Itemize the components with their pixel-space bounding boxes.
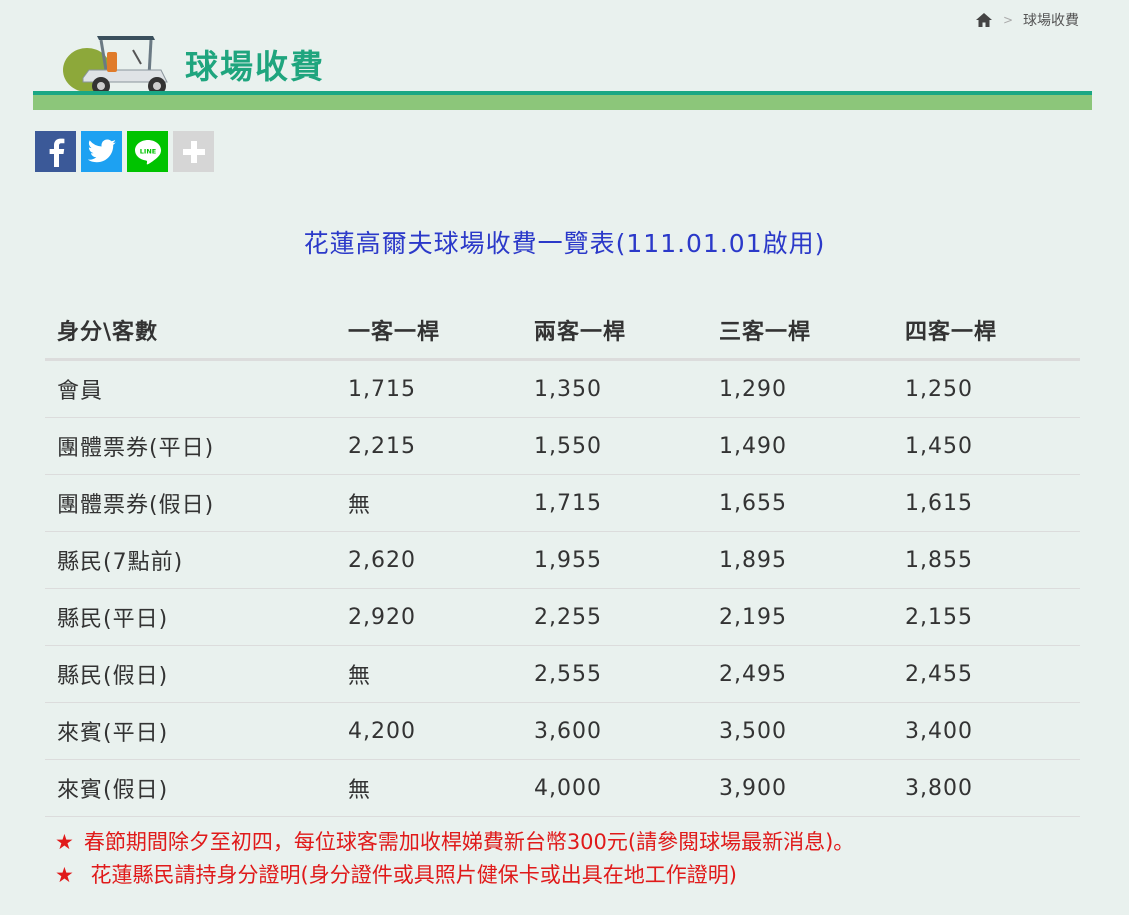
star-icon: ★: [55, 830, 74, 854]
breadcrumb: > 球場收費: [975, 10, 1079, 30]
facebook-share-button[interactable]: [35, 131, 76, 172]
notes: ★ 春節期間除夕至初四，每位球客需加收桿娣費新台幣300元(請參閱球場最新消息)。…: [55, 826, 854, 892]
row-label: 來賓(平日): [45, 702, 336, 760]
table-row: 來賓(假日) 無 4,000 3,900 3,800: [45, 759, 1080, 817]
fee-cell: 2,255: [522, 588, 707, 646]
fee-cell: 無: [336, 645, 522, 703]
column-header-2: 兩客一桿: [522, 302, 707, 361]
fee-cell: 4,000: [522, 759, 707, 817]
star-icon: ★: [55, 863, 74, 887]
note-text: 春節期間除夕至初四，每位球客需加收桿娣費新台幣300元(請參閱球場最新消息)。: [83, 830, 855, 854]
fee-cell: 4,200: [336, 702, 522, 760]
table-row: 團體票券(平日) 2,215 1,550 1,490 1,450: [45, 417, 1080, 475]
fee-cell: 1,715: [522, 474, 707, 532]
column-header-identity: 身分\客數: [45, 302, 336, 361]
golf-cart-icon: [63, 36, 168, 95]
page-header: 球場收費: [33, 28, 1092, 110]
fee-cell: 3,600: [522, 702, 707, 760]
fee-cell: 1,550: [522, 417, 707, 475]
line-icon-label: LINE: [139, 147, 155, 155]
fee-cell: 2,620: [336, 531, 522, 589]
fee-cell: 1,615: [893, 474, 1080, 532]
breadcrumb-separator: >: [1002, 13, 1013, 27]
fee-cell: 1,655: [707, 474, 893, 532]
header-bar-bottom: [33, 95, 1092, 110]
plus-icon: [182, 140, 205, 163]
twitter-share-button[interactable]: [81, 131, 122, 172]
facebook-icon: [49, 138, 64, 167]
table-header-row: 身分\客數 一客一桿 兩客一桿 三客一桿 四客一桿: [45, 302, 1080, 361]
table-row: 團體票券(假日) 無 1,715 1,655 1,615: [45, 474, 1080, 532]
fee-table: 身分\客數 一客一桿 兩客一桿 三客一桿 四客一桿 會員 1,715 1,350 1,290 1…: [45, 302, 1080, 817]
row-label: 縣民(假日): [45, 645, 336, 703]
fee-cell: 3,800: [893, 759, 1080, 817]
column-header-1: 一客一桿: [336, 302, 522, 361]
fee-cell: 1,250: [893, 359, 1080, 418]
fee-cell: 無: [336, 474, 522, 532]
fee-cell: 1,450: [893, 417, 1080, 475]
page-title: 球場收費: [185, 47, 325, 86]
note-item: ★ 花蓮縣民請持身分證明(身分證件或具照片健保卡或出具在地工作證明): [55, 859, 854, 892]
fee-cell: 無: [336, 759, 522, 817]
fee-cell: 2,920: [336, 588, 522, 646]
more-share-button[interactable]: [173, 131, 214, 172]
fee-table-title: 花蓮高爾夫球場收費一覽表(111.01.01啟用): [303, 229, 826, 258]
column-header-4: 四客一桿: [893, 302, 1080, 361]
fee-cell: 2,555: [522, 645, 707, 703]
fee-cell: 1,715: [336, 359, 522, 418]
column-header-3: 三客一桿: [707, 302, 893, 361]
table-row: 縣民(假日) 無 2,555 2,495 2,455: [45, 645, 1080, 703]
fee-cell: 2,495: [707, 645, 893, 703]
row-label: 團體票券(平日): [45, 417, 336, 475]
fee-cell: 3,400: [893, 702, 1080, 760]
fee-cell: 1,895: [707, 531, 893, 589]
fee-cell: 1,290: [707, 359, 893, 418]
note-text: 花蓮縣民請持身分證明(身分證件或具照片健保卡或出具在地工作證明): [83, 863, 737, 887]
row-label: 縣民(平日): [45, 588, 336, 646]
table-row: 來賓(平日) 4,200 3,600 3,500 3,400: [45, 702, 1080, 760]
fee-cell: 1,955: [522, 531, 707, 589]
fee-cell: 1,350: [522, 359, 707, 418]
twitter-icon: [87, 138, 116, 162]
fee-cell: 2,195: [707, 588, 893, 646]
fee-cell: 1,490: [707, 417, 893, 475]
fee-cell: 1,855: [893, 531, 1080, 589]
row-label: 團體票券(假日): [45, 474, 336, 532]
breadcrumb-current: 球場收費: [1023, 13, 1079, 29]
table-body: 會員 1,715 1,350 1,290 1,250 團體票券(平日) 2,215 1,550…: [45, 359, 1080, 817]
share-buttons: LINE: [35, 131, 214, 172]
fee-cell: 3,500: [707, 702, 893, 760]
home-icon[interactable]: [975, 12, 993, 28]
fee-cell: 2,455: [893, 645, 1080, 703]
fee-cell: 2,215: [336, 417, 522, 475]
row-label: 會員: [45, 359, 336, 418]
row-label: 來賓(假日): [45, 759, 336, 817]
table-row: 會員 1,715 1,350 1,290 1,250: [45, 359, 1080, 418]
note-item: ★ 春節期間除夕至初四，每位球客需加收桿娣費新台幣300元(請參閱球場最新消息)。: [55, 826, 854, 859]
row-label: 縣民(7點前): [45, 531, 336, 589]
fee-cell: 3,900: [707, 759, 893, 817]
fee-cell: 2,155: [893, 588, 1080, 646]
line-share-button[interactable]: LINE: [127, 131, 168, 172]
line-icon: LINE: [134, 139, 161, 164]
table-row: 縣民(7點前) 2,620 1,955 1,895 1,855: [45, 531, 1080, 589]
table-row: 縣民(平日) 2,920 2,255 2,195 2,155: [45, 588, 1080, 646]
